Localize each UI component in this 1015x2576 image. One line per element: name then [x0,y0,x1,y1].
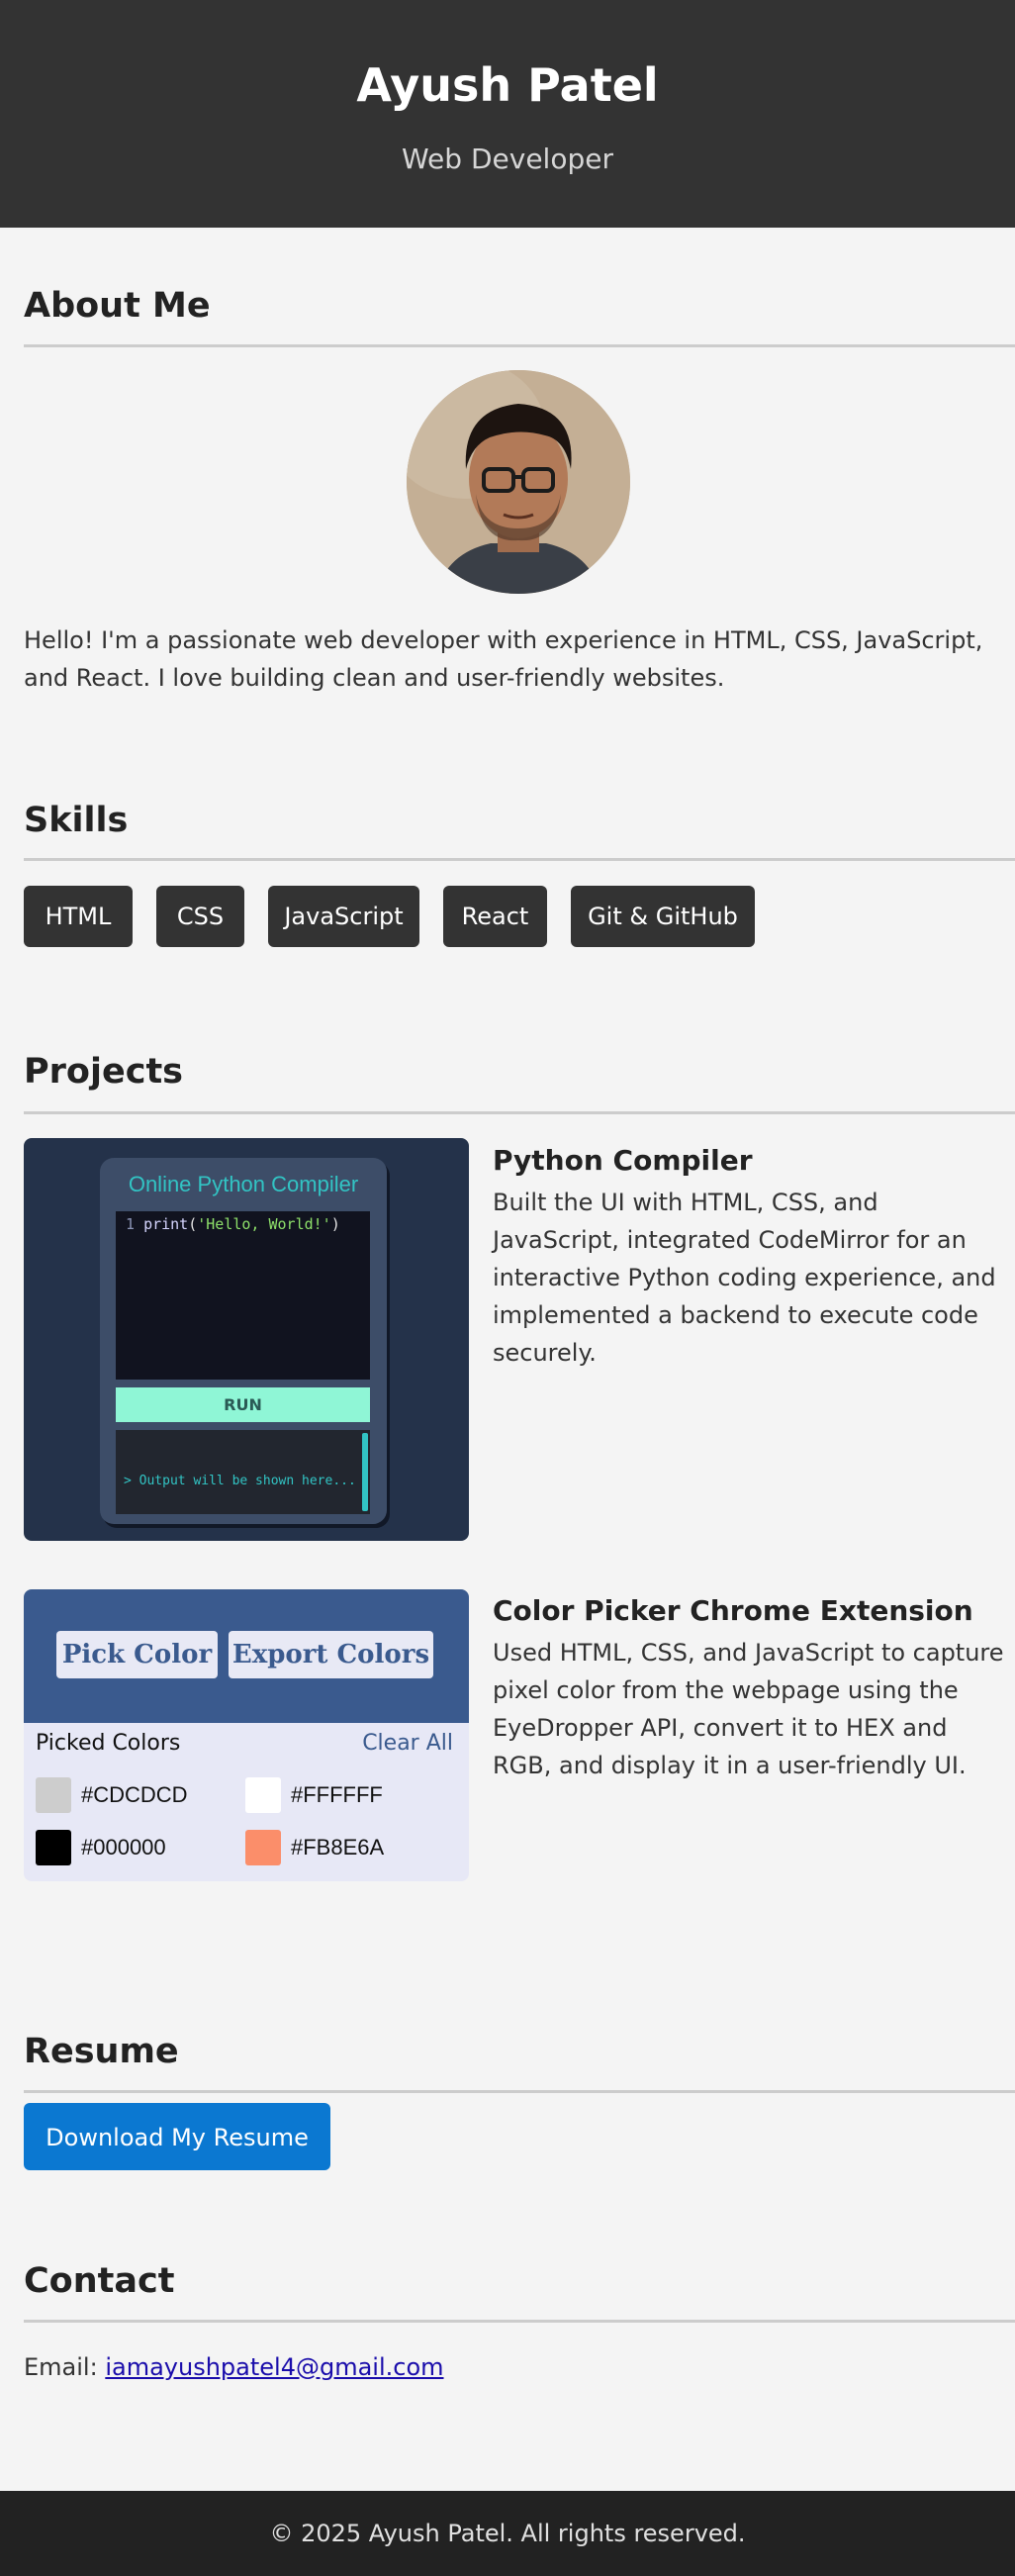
export-colors-button: Export Colors [229,1631,433,1678]
color-hex: #FB8E6A [291,1835,385,1860]
clear-all-link: Clear All [362,1731,453,1756]
project-desc-color-picker: Used HTML, CSS, and JavaScript to captur… [493,1639,1004,1779]
profile-avatar [407,370,630,594]
resume-heading: Resume [24,2032,179,2071]
picked-colors-label: Picked Colors [36,1731,181,1756]
contact-heading: Contact [24,2261,175,2301]
code-string: 'Hello, World!' [197,1215,331,1233]
color-picker-preview: Pick Color Export Colors Picked Colors C… [24,1589,469,1881]
about-heading: About Me [24,286,211,326]
line-number: 1 [126,1215,136,1233]
email-link[interactable]: iamayushpatel4@gmail.com [105,2353,443,2381]
profile-photo [407,370,630,594]
site-subtitle: Web Developer [402,143,613,175]
copyright-text: © 2025 Ayush Patel. All rights reserved. [269,2520,746,2547]
code-line: 1 print('Hello, World!') [126,1215,340,1233]
project-desc-python-compiler: Built the UI with HTML, CSS, and JavaScr… [493,1189,996,1367]
project-title-color-picker: Color Picker Chrome Extension [493,1594,973,1627]
skills-divider [24,858,1015,861]
about-divider [24,344,1015,347]
code-function: print [143,1215,189,1233]
contact-divider [24,2320,1015,2323]
download-resume-button[interactable]: Download My Resume [24,2103,330,2170]
skill-tag-css: CSS [156,886,244,947]
run-button: RUN [116,1387,370,1422]
resume-divider [24,2090,1015,2093]
color-swatch [245,1777,281,1813]
output-scrollbar [362,1433,368,1511]
color-swatch [36,1830,71,1865]
code-editor: 1 print('Hello, World!') [116,1211,370,1380]
contact-email-line: Email: iamayushpatel4@gmail.com [24,2350,444,2384]
output-panel: > Output will be shown here... [116,1430,370,1514]
skill-tag-html: HTML [24,886,133,947]
color-swatch [36,1777,71,1813]
python-compiler-preview: Online Python Compiler 1 print('Hello, W… [24,1138,469,1541]
color-hex: #000000 [81,1835,166,1860]
site-footer: © 2025 Ayush Patel. All rights reserved. [0,2491,1015,2576]
project-title-python-compiler: Python Compiler [493,1144,753,1177]
site-title: Ayush Patel [356,58,659,112]
skill-tag-javascript: JavaScript [268,886,419,947]
color-hex: #FFFFFF [291,1782,383,1807]
color-swatch [245,1830,281,1865]
skill-tag-react: React [443,886,547,947]
skill-tag-git-github: Git & GitHub [571,886,755,947]
color-hex: #CDCDCD [81,1782,188,1807]
projects-divider [24,1111,1015,1114]
projects-heading: Projects [24,1052,184,1092]
skills-heading: Skills [24,801,129,840]
email-label: Email: [24,2353,98,2381]
compiler-app-title: Online Python Compiler [128,1172,359,1196]
color-picker-toolbar: Pick Color Export Colors [24,1589,469,1723]
site-header: Ayush Patel Web Developer [0,0,1015,228]
output-placeholder: > Output will be shown here... [124,1474,356,1488]
about-text: Hello! I'm a passionate web developer wi… [24,626,983,692]
picked-colors-panel: Picked Colors Clear All #CDCDCD #FFFFFF … [24,1723,469,1881]
pick-color-button: Pick Color [56,1631,218,1678]
compiler-panel: Online Python Compiler 1 print('Hello, W… [100,1158,387,1524]
